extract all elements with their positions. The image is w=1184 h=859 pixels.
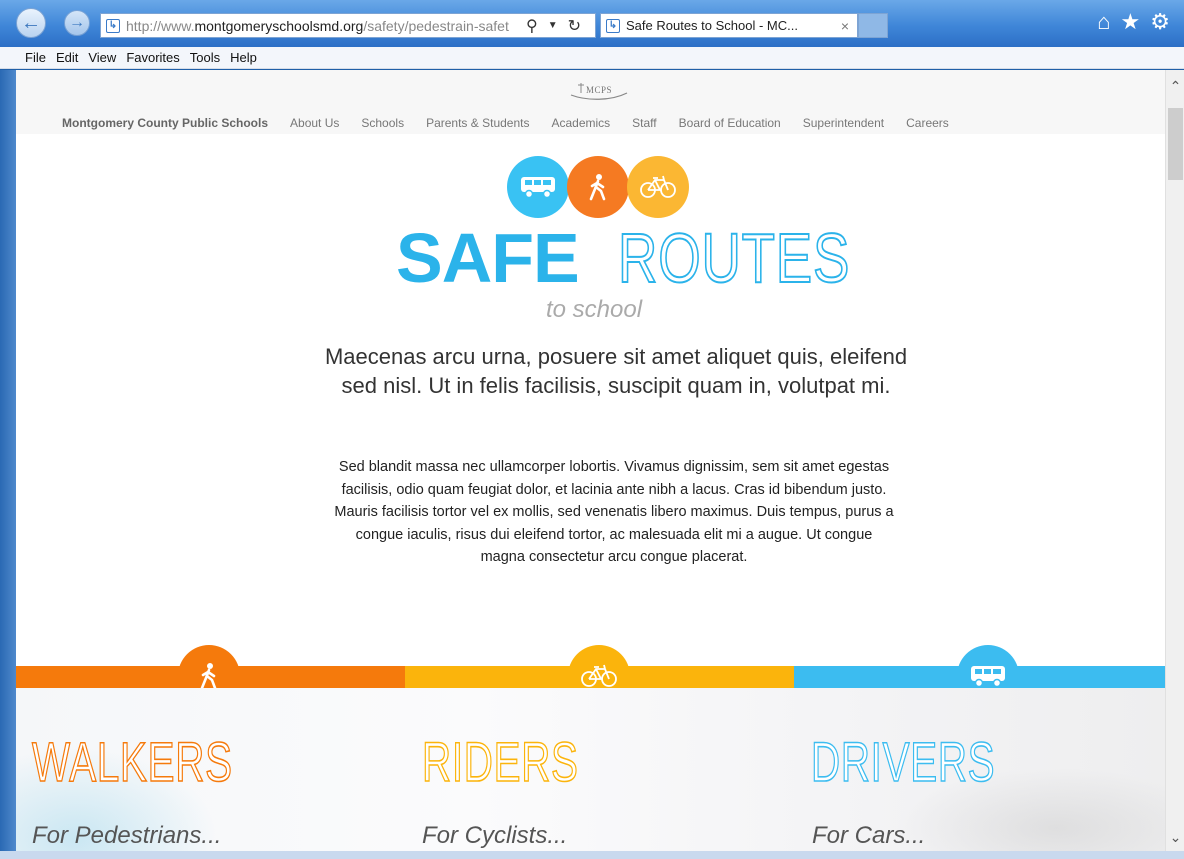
scroll-up-icon[interactable]: ⌃ — [1166, 78, 1184, 96]
hero-mode-icons — [507, 156, 689, 218]
address-bar[interactable]: ↳ http://www.montgomeryschoolsmd.org/saf… — [100, 13, 596, 38]
nav-parents-students[interactable]: Parents & Students — [426, 116, 529, 130]
page-viewport: MCPS Montgomery County Public Schools Ab… — [16, 70, 1165, 851]
tab-favicon-icon: ↳ — [606, 18, 620, 33]
nav-superintendent[interactable]: Superintendent — [803, 116, 884, 130]
logo-text: MCPS — [585, 85, 613, 95]
nav-board-of-education[interactable]: Board of Education — [679, 116, 781, 130]
nav-academics[interactable]: Academics — [551, 116, 610, 130]
site-header: MCPS Montgomery County Public Schools Ab… — [16, 70, 1165, 134]
vertical-scrollbar[interactable]: ⌃ ⌄ — [1165, 70, 1184, 851]
riders-subtitle: For Cyclists... — [422, 822, 568, 849]
new-tab-button[interactable] — [858, 13, 888, 38]
tab-title: Safe Routes to School - MC... — [626, 18, 798, 33]
walkers-subtitle: For Pedestrians... — [32, 822, 222, 849]
hero-subtitle: to school — [546, 296, 643, 323]
dropdown-icon[interactable]: ▼ — [548, 20, 558, 31]
window-bottom-edge — [0, 851, 1184, 859]
back-button[interactable]: ← — [16, 8, 46, 38]
menu-view[interactable]: View — [88, 50, 116, 65]
drivers-title[interactable]: DRIVERS — [810, 729, 995, 794]
menu-file[interactable]: File — [25, 50, 46, 65]
window-left-edge — [0, 70, 16, 851]
bus-icon — [507, 156, 569, 218]
menu-help[interactable]: Help — [230, 50, 257, 65]
menu-tools[interactable]: Tools — [190, 50, 220, 65]
site-nav: Montgomery County Public Schools About U… — [62, 116, 949, 130]
scroll-down-icon[interactable]: ⌄ — [1166, 829, 1184, 847]
settings-gear-icon[interactable]: ⚙ — [1150, 9, 1170, 35]
nav-about-us[interactable]: About Us — [290, 116, 339, 130]
menu-favorites[interactable]: Favorites — [126, 50, 179, 65]
browser-titlebar: ← → ↳ http://www.montgomeryschoolsmd.org… — [0, 0, 1184, 47]
tab-close-icon[interactable]: × — [841, 18, 849, 34]
nav-careers[interactable]: Careers — [906, 116, 949, 130]
forward-button[interactable]: → — [64, 10, 90, 36]
hero-lede: Maecenas arcu urna, posuere sit amet ali… — [324, 344, 908, 398]
nav-staff[interactable]: Staff — [632, 116, 656, 130]
nav-brand[interactable]: Montgomery County Public Schools — [62, 116, 268, 130]
menu-bar: File Edit View Favorites Tools Help — [0, 47, 1184, 69]
riders-title[interactable]: RIDERS — [421, 729, 579, 794]
search-icon[interactable]: ⚲ — [526, 16, 538, 36]
hero-title-routes: ROUTES — [617, 218, 851, 298]
drivers-subtitle: For Cars... — [812, 822, 926, 849]
scroll-thumb[interactable] — [1168, 108, 1183, 180]
pedestrian-icon — [567, 156, 629, 218]
bicycle-icon — [627, 156, 689, 218]
nav-schools[interactable]: Schools — [361, 116, 404, 130]
home-icon[interactable]: ⌂ — [1097, 9, 1110, 35]
back-icon: ← — [21, 11, 41, 34]
tab-safe-routes[interactable]: ↳ Safe Routes to School - MC... × — [600, 13, 858, 38]
favorites-star-icon[interactable]: ★ — [1121, 9, 1141, 35]
hero-body-copy: Sed blandit massa nec ullamcorper lobort… — [334, 459, 894, 565]
forward-icon: → — [69, 14, 85, 31]
walkers-title[interactable]: WALKERS — [31, 729, 233, 794]
mcps-logo[interactable]: MCPS — [567, 79, 631, 101]
url-text[interactable]: http://www.montgomeryschoolsmd.org/safet… — [126, 18, 518, 34]
hero-title-safe: SAFE — [396, 219, 580, 297]
page-favicon-icon: ↳ — [106, 18, 120, 33]
refresh-icon[interactable]: ↻ — [568, 16, 581, 36]
menu-edit[interactable]: Edit — [56, 50, 78, 65]
